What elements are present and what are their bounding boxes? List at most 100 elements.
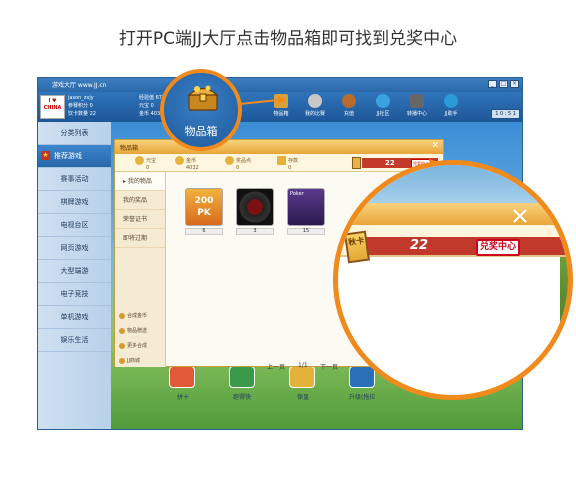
currency-label: 金币	[186, 158, 197, 164]
dialog-title-bar: 物品箱 ✕	[115, 140, 443, 154]
action-mall[interactable]: JJ商城	[119, 357, 140, 364]
close-button[interactable]: ×	[510, 80, 519, 88]
sidebar: 分类列表 ★ 推荐游戏 赛事活动 棋牌游戏 电视台区 网页游戏 大型端游 电子竞…	[38, 122, 111, 429]
currency-value: 4032	[186, 165, 199, 171]
ingot-icon	[135, 156, 144, 165]
toolbar-item-matches[interactable]: 我的比赛	[298, 94, 332, 117]
dialog-nav: ▸ 我的物品 我的奖品 荣誉证书 即将过期 合成金币 物品赠送 更多合成 JJ商…	[115, 172, 166, 367]
gift-icon	[119, 327, 125, 334]
currency-prize-points: 奖品点 0	[225, 156, 251, 171]
zoom-side-decoration	[560, 257, 568, 367]
page-indicator: 1/1	[298, 362, 308, 369]
sidebar-item-client-games[interactable]: 大型端游	[38, 260, 111, 283]
item-card[interactable]: 200 PK 6	[185, 188, 223, 235]
username: jason_zxjy	[68, 95, 94, 101]
toolbar-label: 转播中心	[406, 111, 427, 117]
bag-icon	[342, 94, 356, 108]
currency-value: 0	[288, 165, 292, 171]
toolbar-label: 我的比赛	[304, 111, 325, 117]
helper-icon	[444, 94, 458, 108]
nav-label: 我的物品	[127, 178, 152, 185]
chest-icon	[187, 85, 219, 111]
currency-value: 0	[236, 165, 240, 171]
toolbar-item-helper[interactable]: JJ助手	[434, 94, 468, 117]
minimize-button[interactable]: _	[488, 80, 497, 88]
game-tile-icon[interactable]	[289, 366, 315, 388]
zoom-card-bar	[366, 237, 568, 255]
sidebar-item-single-player[interactable]: 单机游戏	[38, 306, 111, 329]
sidebar-item-recommended[interactable]: ★ 推荐游戏	[38, 145, 111, 168]
prev-page-link[interactable]: 上一页	[267, 362, 285, 371]
star-icon: ★	[41, 151, 50, 160]
action-label: 合成金币	[127, 313, 148, 319]
zoom-title-bar	[338, 203, 568, 225]
title-bar: 游戏大厅 www.JJ.cn _ □ ×	[38, 78, 522, 92]
clock: 1 0 : 5 1	[491, 109, 520, 119]
zoom-background	[338, 165, 568, 203]
gold-icon	[119, 312, 125, 319]
more-icon	[119, 342, 125, 349]
item-card[interactable]: 3	[236, 188, 274, 235]
action-gift[interactable]: 物品赠送	[119, 327, 147, 334]
sidebar-item-events[interactable]: 赛事活动	[38, 168, 111, 191]
toolbar-item-community[interactable]: JJ社区	[366, 94, 400, 117]
close-icon[interactable]	[510, 206, 530, 226]
sidebar-item-board-games[interactable]: 棋牌游戏	[38, 191, 111, 214]
currency-deposit: 存款 0	[277, 156, 298, 171]
toolbar-item-broadcast[interactable]: 转播中心	[400, 94, 434, 117]
next-page-link[interactable]: 下一页	[320, 362, 338, 371]
zoom-detail: 秋卡 22 兑奖中心	[333, 160, 573, 400]
currency-label: 存款	[288, 158, 299, 164]
sidebar-item-categories[interactable]: 分类列表	[38, 122, 111, 145]
tire-icon	[236, 188, 274, 226]
nav-certificates[interactable]: 荣誉证书	[115, 210, 165, 229]
currency-gold: 金币 4032	[175, 156, 199, 171]
game-label: 拼十	[177, 394, 190, 401]
toolbar-label: 物品箱	[273, 111, 289, 117]
toolbar-item-chest[interactable]: 物品箱	[264, 94, 298, 117]
card-label: 秋卡	[347, 235, 365, 248]
action-label: 物品赠送	[127, 328, 148, 334]
sidebar-item-tv[interactable]: 电视台区	[38, 214, 111, 237]
game-tile-icon[interactable]	[349, 366, 375, 388]
caption: 打开PC端JJ大厅点击物品箱即可找到兑奖中心	[118, 29, 458, 49]
sidebar-item-lifestyle[interactable]: 娱乐生活	[38, 329, 111, 352]
game-tile-icon[interactable]	[169, 366, 195, 388]
item-count: 6	[185, 228, 223, 235]
nav-my-prizes[interactable]: 我的奖品	[115, 191, 165, 210]
currency-yuanbao: 元宝 0	[135, 156, 156, 171]
match-points: 参赛积分 0	[68, 103, 93, 109]
toolbar-label: JJ助手	[444, 111, 458, 117]
nav-expiring[interactable]: 即将过期	[115, 229, 165, 248]
coin-icon	[175, 156, 184, 165]
currency-value: 0	[146, 165, 150, 171]
game-tile-icon[interactable]	[229, 366, 255, 388]
dialog-title: 物品箱	[120, 145, 139, 152]
nav-my-items[interactable]: ▸ 我的物品	[115, 172, 165, 191]
sidebar-item-web-games[interactable]: 网页游戏	[38, 237, 111, 260]
toolbar-item-recharge[interactable]: 充值	[332, 94, 366, 117]
action-synth-gold[interactable]: 合成金币	[119, 312, 147, 319]
item-count: 3	[236, 228, 274, 235]
game-label: 保皇	[297, 394, 310, 401]
gem-icon	[225, 156, 234, 165]
chest-icon	[274, 94, 288, 108]
card-count: 饮卡数量 22	[68, 111, 96, 117]
item-card[interactable]: Poker 15	[287, 188, 325, 235]
sidebar-item-esports[interactable]: 电子竞技	[38, 283, 111, 306]
chest-callout: 物品箱	[160, 69, 242, 151]
callout-label: 物品箱	[184, 125, 218, 138]
globe-icon	[376, 94, 390, 108]
camera-icon	[410, 94, 424, 108]
close-icon[interactable]: ✕	[431, 142, 439, 151]
currency-label: 奖品点	[236, 158, 252, 164]
action-more-synth[interactable]: 更多合成	[119, 342, 147, 349]
header: I ♥ CHINA jason_zxjy 参赛积分 0 饮卡数量 22 经验值 …	[38, 92, 522, 122]
redeem-center-button[interactable]: 兑奖中心	[476, 239, 521, 256]
toolbar-label: 充值	[343, 111, 354, 117]
user-info: jason_zxjy 参赛积分 0 饮卡数量 22	[68, 94, 96, 118]
zoom-card-count: 22	[410, 238, 429, 253]
avatar[interactable]: I ♥ CHINA	[40, 95, 65, 119]
game-label: 跑得快	[233, 394, 252, 401]
maximize-button[interactable]: □	[499, 80, 508, 88]
